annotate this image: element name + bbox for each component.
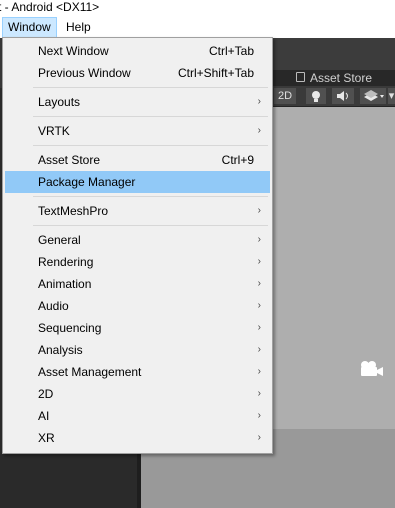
tab-asset-store-label: Asset Store	[310, 71, 373, 85]
chevron-right-icon: ›	[257, 322, 261, 333]
menu-item-label: Layouts	[38, 95, 81, 109]
menu-item-package-manager[interactable]: Package Manager	[5, 171, 270, 193]
chevron-right-icon: ›	[257, 366, 261, 377]
menu-separator	[33, 145, 268, 146]
menu-item-label: Analysis	[38, 343, 83, 357]
menu-item-layouts[interactable]: Layouts ›	[5, 91, 270, 113]
menu-item-analysis[interactable]: Analysis ›	[5, 339, 270, 361]
chevron-right-icon: ›	[257, 234, 261, 245]
menu-item-label: Previous Window	[38, 66, 131, 80]
toolbar-more-dropdown[interactable]: ▾	[388, 88, 395, 104]
toggle-2d-button[interactable]: 2D	[274, 88, 296, 104]
menu-item-sequencing[interactable]: Sequencing ›	[5, 317, 270, 339]
menu-bar: Window Help	[0, 17, 395, 38]
lock-icon[interactable]	[296, 72, 305, 82]
menu-item-label: Asset Store	[38, 153, 101, 167]
menu-item-animation[interactable]: Animation ›	[5, 273, 270, 295]
menu-item-label: AI	[38, 409, 50, 423]
title-bar: t - Android <DX11>	[0, 0, 395, 17]
menu-item-vrtk[interactable]: VRTK ›	[5, 120, 270, 142]
menu-item-asset-store[interactable]: Asset Store Ctrl+9	[5, 149, 270, 171]
menu-item-asset-management[interactable]: Asset Management ›	[5, 361, 270, 383]
menu-item-next-window[interactable]: Next Window Ctrl+Tab	[5, 40, 270, 62]
menu-item-label: Rendering	[38, 255, 94, 269]
menu-item-label: Package Manager	[38, 175, 136, 189]
menu-item-ai[interactable]: AI ›	[5, 405, 270, 427]
menu-item-shortcut: Ctrl+Shift+Tab	[177, 66, 254, 80]
menu-item-label: Asset Management	[38, 365, 142, 379]
chevron-right-icon: ›	[257, 300, 261, 311]
chevron-right-icon: ›	[257, 432, 261, 443]
menu-item-shortcut: Ctrl+Tab	[208, 44, 254, 58]
chevron-right-icon: ›	[257, 125, 261, 136]
light-icon[interactable]	[306, 88, 326, 104]
chevron-right-icon: ›	[257, 344, 261, 355]
chevron-right-icon: ›	[257, 205, 261, 216]
menu-item-2d[interactable]: 2D ›	[5, 383, 270, 405]
menu-separator	[33, 116, 268, 117]
menu-separator	[33, 87, 268, 88]
chevron-right-icon: ›	[257, 410, 261, 421]
effects-icon[interactable]	[360, 88, 386, 104]
window-menu-dropdown: Next Window Ctrl+Tab Previous Window Ctrl+S…	[2, 37, 273, 454]
chevron-right-icon: ›	[257, 96, 261, 107]
menu-item-label: XR	[38, 431, 55, 445]
menu-item-xr[interactable]: XR ›	[5, 427, 270, 449]
menu-item-label: Next Window	[38, 44, 109, 58]
menu-item-label: VRTK	[38, 124, 70, 138]
menu-separator	[33, 196, 268, 197]
menu-item-textmeshpro[interactable]: TextMeshPro ›	[5, 200, 270, 222]
menu-item-general[interactable]: General ›	[5, 229, 270, 251]
chevron-right-icon: ›	[257, 278, 261, 289]
menu-item-label: General	[38, 233, 81, 247]
menu-item-label: Animation	[38, 277, 92, 291]
menu-item-previous-window[interactable]: Previous Window Ctrl+Shift+Tab	[5, 62, 270, 84]
menu-item-audio[interactable]: Audio ›	[5, 295, 270, 317]
tab-asset-store[interactable]: Asset Store	[296, 70, 372, 86]
menu-help[interactable]: Help	[61, 18, 96, 37]
menu-item-label: TextMeshPro	[38, 204, 109, 218]
audio-icon[interactable]	[332, 88, 354, 104]
chevron-right-icon: ›	[257, 388, 261, 399]
menu-separator	[33, 225, 268, 226]
menu-item-rendering[interactable]: Rendering ›	[5, 251, 270, 273]
menu-item-shortcut: Ctrl+9	[221, 153, 254, 167]
menu-window[interactable]: Window	[2, 17, 57, 38]
menu-item-label: 2D	[38, 387, 54, 401]
camera-icon[interactable]	[356, 359, 386, 379]
menu-item-label: Audio	[38, 299, 69, 313]
menu-item-label: Sequencing	[38, 321, 102, 335]
chevron-right-icon: ›	[257, 256, 261, 267]
window-title: t - Android <DX11>	[0, 0, 100, 14]
